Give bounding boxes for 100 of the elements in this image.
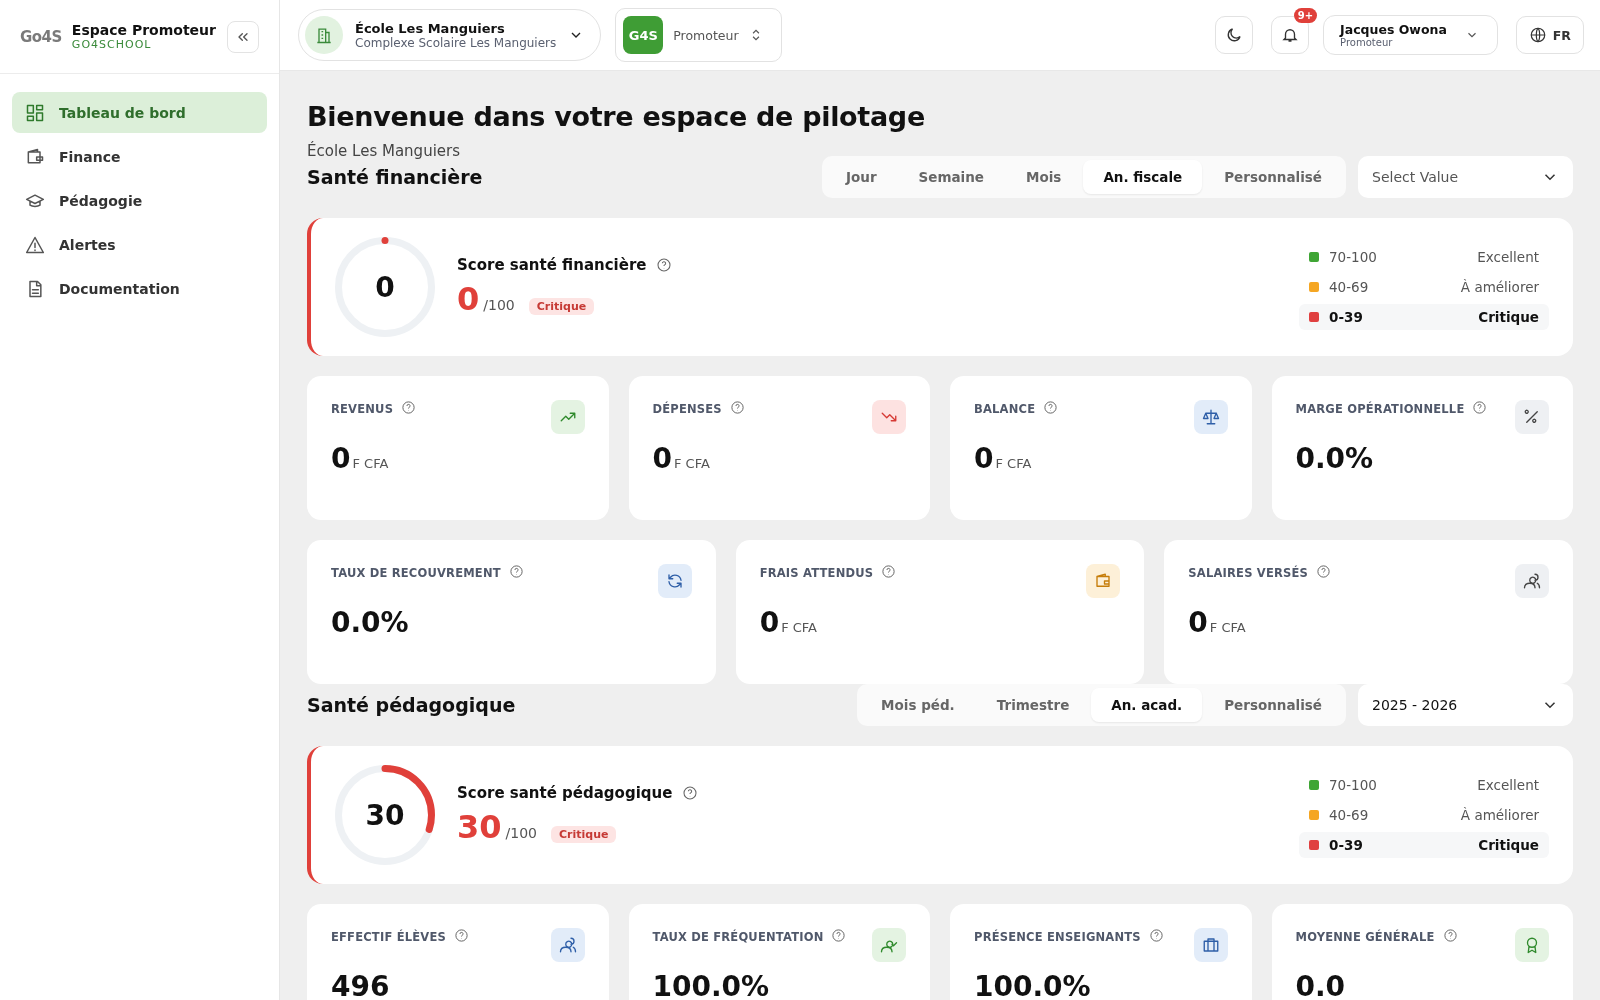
period-tab[interactable]: Mois <box>1006 160 1082 194</box>
section-title: Santé financière <box>307 166 483 188</box>
app-subtitle: GO4SCHOOL <box>71 38 153 51</box>
period-tab[interactable]: Personnalisé <box>1204 688 1342 722</box>
app-title: Espace Promoteur <box>71 22 217 38</box>
kpi-value: 0 <box>1188 606 1208 639</box>
period-select[interactable]: Select Value <box>1358 156 1573 198</box>
kpi-value: 0 <box>974 442 994 475</box>
refresh-icon <box>657 564 692 598</box>
kpi-label: DÉPENSES <box>652 402 722 416</box>
period-tab[interactable]: Personnalisé <box>1204 160 1342 194</box>
score-title: Score santé financière <box>457 256 647 274</box>
page-title: Bienvenue dans votre espace de pilotage <box>307 101 926 132</box>
kpi-label: MOYENNE GÉNÉRALE <box>1295 930 1435 944</box>
help-icon[interactable] <box>656 257 673 273</box>
help-icon[interactable] <box>682 785 699 801</box>
users-icon <box>550 928 585 962</box>
help-icon[interactable] <box>1148 928 1164 943</box>
gauge-value: 30 <box>365 798 405 832</box>
kpi-label: MARGE OPÉRATIONNELLE <box>1295 402 1465 416</box>
bell-icon <box>1281 26 1300 44</box>
kpi-value: 0.0 <box>1295 970 1346 1000</box>
kpi-value: 496 <box>331 970 390 1000</box>
globe-icon <box>1528 26 1547 44</box>
kpi-label: TAUX DE RECOUVREMENT <box>331 566 501 580</box>
period-tab[interactable]: Mois péd. <box>861 688 975 722</box>
status-badge: Critique <box>551 826 617 843</box>
legend-row: 70-100 Excellent <box>1299 244 1549 270</box>
help-icon[interactable] <box>729 400 745 415</box>
gauge-value: 0 <box>375 270 395 304</box>
kpi-unit: F CFA <box>995 456 1032 471</box>
kpi-label: REVENUS <box>331 402 394 416</box>
kpi-value: 100.0% <box>974 970 1091 1000</box>
kpi-value: 0 <box>331 442 351 475</box>
collapse-button[interactable] <box>227 20 259 53</box>
users-icon <box>1515 564 1549 598</box>
help-icon[interactable] <box>831 928 847 943</box>
score-max: /100 <box>505 825 537 841</box>
kpi-label: TAUX DE FRÉQUENTATION <box>652 930 824 944</box>
page-subtitle: École Les Manguiers <box>307 142 462 160</box>
kpi-unit: F CFA <box>1209 620 1246 635</box>
period-tab[interactable]: An. acad. <box>1091 688 1203 722</box>
wallet-icon <box>25 146 45 167</box>
score-value: 30 <box>457 808 502 846</box>
briefcase-icon <box>1193 928 1228 962</box>
sidebar-item[interactable]: Finance <box>12 136 267 177</box>
legend-row: 0-39 Critique <box>1299 832 1549 858</box>
user-menu[interactable]: Jacques Owona Promoteur <box>1323 15 1498 55</box>
kpi-label: SALAIRES VERSÉS <box>1188 566 1309 580</box>
kpi-unit: F CFA <box>352 456 389 471</box>
score-title: Score santé pédagogique <box>457 784 673 802</box>
sidebar-item[interactable]: Alertes <box>12 224 267 265</box>
period-tab[interactable]: Jour <box>825 160 897 194</box>
kpi-value: 0 <box>759 606 780 639</box>
help-icon[interactable] <box>1472 400 1488 415</box>
help-icon[interactable] <box>1043 400 1059 415</box>
help-icon[interactable] <box>1316 564 1332 579</box>
dark-mode-button[interactable] <box>1215 16 1254 54</box>
kpi-label: PRÉSENCE ENSEIGNANTS <box>974 930 1141 944</box>
help-icon[interactable] <box>453 928 469 943</box>
legend-row: 40-69 À améliorer <box>1299 802 1549 828</box>
kpi-value: 100.0% <box>652 970 770 1000</box>
period-tab[interactable]: Trimestre <box>976 688 1090 722</box>
help-icon[interactable] <box>401 400 417 415</box>
trend-up-icon <box>550 400 585 434</box>
logo: Go4S <box>20 27 62 46</box>
percent-icon <box>1515 400 1549 434</box>
legend-row: 40-69 À améliorer <box>1299 274 1549 300</box>
award-icon <box>1515 928 1549 962</box>
period-tab[interactable]: An. fiscale <box>1083 160 1203 194</box>
kpi-label: FRAIS ATTENDUS <box>759 566 874 580</box>
sidebar-item[interactable]: Tableau de bord <box>12 92 267 133</box>
grid-icon <box>25 102 45 123</box>
warning-icon <box>25 234 45 255</box>
period-select[interactable]: 2025 - 2026 <box>1358 684 1573 726</box>
kpi-value: 0 <box>652 442 672 475</box>
score-max: /100 <box>483 297 515 313</box>
user-check-icon <box>872 928 906 962</box>
sidebar-item[interactable]: Pédagogie <box>12 180 267 221</box>
legend-row: 0-39 Critique <box>1299 304 1549 330</box>
wallet-icon <box>1086 564 1121 598</box>
kpi-label: EFFECTIF ÉLÈVES <box>331 930 446 944</box>
building-icon <box>305 16 343 54</box>
language-button[interactable]: FR <box>1515 16 1584 54</box>
sidebar-item[interactable]: Documentation <box>12 268 267 309</box>
help-icon[interactable] <box>508 564 524 579</box>
help-icon[interactable] <box>881 564 897 579</box>
help-icon[interactable] <box>1442 928 1458 943</box>
kpi-unit: F CFA <box>781 620 817 635</box>
section-title: Santé pédagogique <box>307 694 516 716</box>
kpi-unit: F CFA <box>674 456 710 471</box>
score-value: 0 <box>457 280 480 318</box>
notification-badge: 9+ <box>1293 8 1318 23</box>
period-tab[interactable]: Semaine <box>898 160 1004 194</box>
kpi-value: 0.0% <box>1295 442 1374 475</box>
status-badge: Critique <box>528 298 595 315</box>
trend-down-icon <box>872 400 906 434</box>
role-switcher[interactable]: G4S Promoteur <box>615 8 782 62</box>
kpi-label: BALANCE <box>974 402 1036 416</box>
scale-icon <box>1193 400 1228 434</box>
